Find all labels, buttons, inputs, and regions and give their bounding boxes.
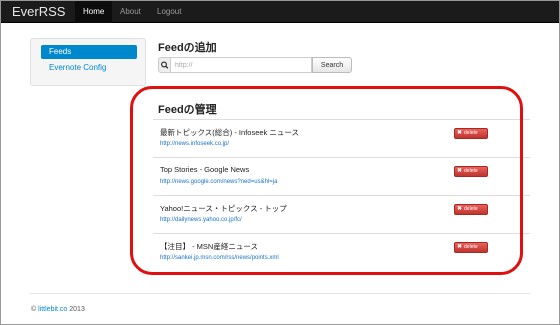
feed-row: Top Stories - Google News http://news.go… [153,157,530,195]
feed-url-link[interactable]: http://news.infoseek.co.jp/ [160,141,229,147]
delete-label: delete [464,244,478,250]
footer-link[interactable]: littlebit.co [38,306,67,313]
close-icon: ✖ [457,130,463,136]
footer-year: 2013 [69,306,85,313]
delete-label: delete [464,130,478,136]
footer: © littlebit.co 2013 [31,306,85,313]
copyright-symbol: © [31,306,37,313]
feed-name: Top Stories - Google News [160,165,250,174]
nav-home[interactable]: Home [75,0,113,23]
add-feed-title: Feedの追加 [158,42,217,54]
feed-name: Yahoo!ニュース・トピックス - トップ [160,204,287,213]
close-icon: ✖ [457,168,463,174]
delete-button[interactable]: ✖ delete [454,166,488,177]
close-icon: ✖ [457,206,463,212]
nav-about[interactable]: About [112,0,149,23]
footer-divider [30,293,530,294]
delete-button[interactable]: ✖ delete [454,242,488,253]
delete-label: delete [464,206,478,212]
feed-row: Yahoo!ニュース・トピックス - トップ http://dailynews.… [153,195,530,233]
delete-button[interactable]: ✖ delete [454,204,488,215]
feed-url-link[interactable]: http://sankei.jp.msn.com/rss/news/points… [160,255,279,261]
close-icon: ✖ [457,244,463,250]
feed-url-link[interactable]: http://news.google.com/news?ned=us&hl=ja [160,179,277,185]
feed-name: 【注目】 - MSN産経ニュース [160,242,258,251]
top-navbar: EverRSS Home About Logout [0,0,560,23]
manage-feeds-title: Feedの管理 [158,104,217,116]
feed-url-input[interactable] [170,57,312,73]
nav-logout[interactable]: Logout [149,0,189,23]
feed-row: 【注目】 - MSN産経ニュース http://sankei.jp.msn.co… [153,233,530,271]
delete-label: delete [464,168,478,174]
search-button[interactable]: Search [312,57,352,73]
sidebar: Feeds Evernote Config [30,38,146,86]
sidebar-item-evernote-config[interactable]: Evernote Config [41,61,137,75]
brand-logo[interactable]: EverRSS [12,4,65,19]
feed-row: 最新トピックス(総合) - Infoseek ニュース http://news.… [153,119,530,157]
feed-name: 最新トピックス(総合) - Infoseek ニュース [160,128,299,137]
feed-url-link[interactable]: http://dailynews.yahoo.co.jp/fc/ [160,217,242,223]
delete-button[interactable]: ✖ delete [454,128,488,139]
sidebar-item-feeds[interactable]: Feeds [41,45,137,59]
